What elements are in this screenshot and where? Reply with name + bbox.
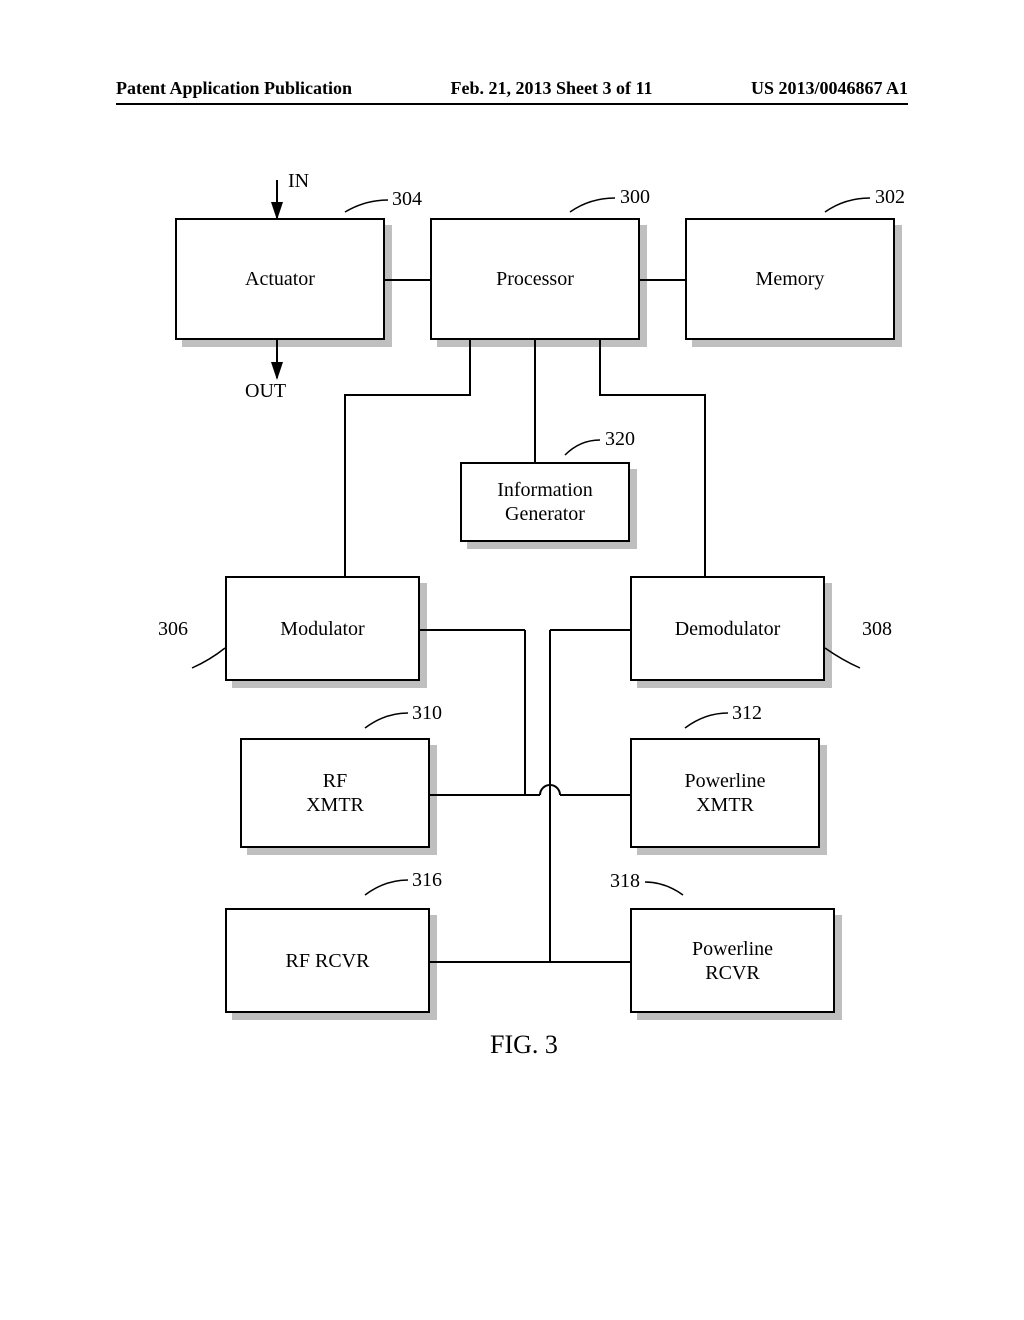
ref-316: 316 [412,869,442,892]
infogen-label-2: Generator [497,502,593,526]
ref-306: 306 [158,618,188,641]
processor-box: Processor [430,218,640,340]
rf-xmtr-box: RF XMTR [240,738,430,848]
rf-rcvr-label: RF RCVR [286,949,370,973]
rf-xmtr-label-2: XMTR [306,793,364,817]
page-header: Patent Application Publication Feb. 21, … [116,78,908,105]
modulator-label: Modulator [280,617,364,641]
infogen-label-1: Information [497,478,593,502]
ref-312: 312 [732,702,762,725]
header-center: Feb. 21, 2013 Sheet 3 of 11 [451,78,653,99]
ref-300: 300 [620,186,650,209]
ref-318: 318 [610,870,640,893]
page: Patent Application Publication Feb. 21, … [0,0,1024,1320]
pl-xmtr-label-1: Powerline [684,769,765,793]
modulator-box: Modulator [225,576,420,681]
header-right: US 2013/0046867 A1 [751,78,908,99]
ref-310: 310 [412,702,442,725]
in-label: IN [288,170,309,193]
figure-caption: FIG. 3 [490,1030,558,1060]
infogen-box: Information Generator [460,462,630,542]
powerline-xmtr-box: Powerline XMTR [630,738,820,848]
powerline-rcvr-box: Powerline RCVR [630,908,835,1013]
memory-label: Memory [756,267,825,291]
header-left: Patent Application Publication [116,78,352,99]
demodulator-box: Demodulator [630,576,825,681]
memory-box: Memory [685,218,895,340]
out-label: OUT [245,380,286,403]
ref-320: 320 [605,428,635,451]
pl-xmtr-label-2: XMTR [684,793,765,817]
rf-xmtr-label-1: RF [306,769,364,793]
demodulator-label: Demodulator [675,617,781,641]
actuator-box: Actuator [175,218,385,340]
pl-rcvr-label-2: RCVR [692,961,773,985]
ref-308: 308 [862,618,892,641]
block-diagram: IN OUT 304 300 302 320 306 308 310 312 3… [130,170,900,1090]
rf-rcvr-box: RF RCVR [225,908,430,1013]
actuator-label: Actuator [245,267,315,291]
ref-302: 302 [875,186,905,209]
ref-304: 304 [392,188,422,211]
processor-label: Processor [496,267,574,291]
pl-rcvr-label-1: Powerline [692,937,773,961]
